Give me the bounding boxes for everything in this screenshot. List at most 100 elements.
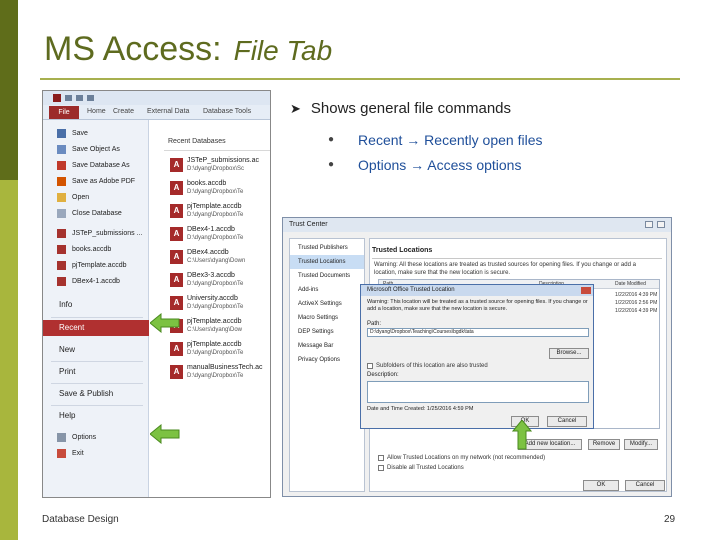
- menu-close-database[interactable]: Close Database: [43, 206, 149, 220]
- recent-database-item[interactable]: A JSTeP_submissions.ac D:\dyang\Dropbox\Sc: [164, 156, 270, 176]
- green-arrow-left-icon: [150, 313, 180, 333]
- bullet-arrow-icon: ➤: [290, 100, 301, 116]
- menu-save-database-as[interactable]: Save Database As: [43, 158, 149, 172]
- trust-center-cancel-button[interactable]: Cancel: [625, 480, 665, 491]
- recent-divider: [164, 150, 270, 151]
- recent-database-item[interactable]: AmanualBusinessTech.ac D:\dyang\Dropbox\T…: [164, 363, 270, 383]
- list-row-date: 1/22/2016 4:39 PM: [615, 292, 658, 298]
- nav-message-bar[interactable]: Message Bar: [290, 339, 364, 353]
- recent-database-item[interactable]: ApjTemplate.accdb D:\dyang\Dropbox\Te: [164, 340, 270, 360]
- remove-button[interactable]: Remove: [588, 439, 620, 450]
- tab-file[interactable]: File: [49, 106, 79, 119]
- description-input[interactable]: [367, 381, 589, 403]
- menu-recent[interactable]: Recent: [43, 320, 149, 336]
- close-icon[interactable]: [581, 287, 591, 294]
- access-file-icon: A: [170, 365, 183, 379]
- menu-save-as-pdf[interactable]: Save as Adobe PDF: [43, 174, 149, 188]
- pdf-icon: [57, 176, 66, 186]
- tab-database-tools[interactable]: Database Tools: [203, 108, 251, 115]
- menu-label: Save Object As: [72, 145, 120, 153]
- tab-external-data[interactable]: External Data: [147, 108, 189, 115]
- menu-options[interactable]: Options: [43, 430, 149, 444]
- access-logo-icon: [53, 94, 61, 102]
- checkbox-box: [378, 455, 384, 461]
- nav-dep-settings[interactable]: DEP Settings: [290, 325, 364, 339]
- undo-icon[interactable]: [76, 95, 83, 101]
- recent-file-item[interactable]: pjTemplate.accdb: [43, 258, 149, 272]
- menu-exit[interactable]: Exit: [43, 446, 149, 460]
- recent-database-item[interactable]: ApjTemplate.accdbC:\Users\dyang\Dow: [164, 317, 270, 337]
- trusted-location-dialog: Microsoft Office Trusted Location Warnin…: [360, 284, 594, 429]
- bullet-dot-icon: ●: [328, 159, 335, 170]
- menu-print[interactable]: Print: [43, 364, 149, 380]
- nav-macro-settings[interactable]: Macro Settings: [290, 311, 364, 325]
- nav-trusted-documents[interactable]: Trusted Documents: [290, 269, 364, 283]
- menu-save-publish[interactable]: Save & Publish: [43, 386, 149, 402]
- menu-help[interactable]: Help: [43, 408, 149, 424]
- recent-db-name: pjTemplate.accdb: [187, 318, 242, 325]
- recent-db-name: manualBusinessTech.ac: [187, 364, 263, 371]
- bullet-main-text: Shows general file commands: [310, 100, 512, 117]
- footer-page-number: 29: [664, 514, 676, 525]
- slide-title-sub: File Tab: [233, 35, 333, 66]
- footer-course-name: Database Design: [42, 514, 119, 525]
- tab-home[interactable]: Home: [87, 108, 106, 115]
- recent-file-label: JSTeP_submissions ...: [72, 229, 143, 237]
- recent-database-item[interactable]: A DBex4.accdb C:\Users\dyang\Down: [164, 248, 270, 268]
- recent-db-path: D:\dyang\Dropbox\Te: [187, 350, 244, 356]
- trusted-location-warning: Warning: This location will be treated a…: [367, 299, 588, 312]
- save-database-icon: [57, 160, 66, 170]
- recent-database-item[interactable]: A DBex3-3.accdb D:\dyang\Dropbox\Te: [164, 271, 270, 291]
- subfolders-checkbox[interactable]: Subfolders of this location are also tru…: [367, 363, 488, 369]
- browse-button[interactable]: Browse...: [549, 348, 589, 359]
- trusted-location-cancel-button[interactable]: Cancel: [547, 416, 587, 427]
- nav-privacy-options[interactable]: Privacy Options: [290, 353, 364, 367]
- modify-button[interactable]: Modify...: [624, 439, 658, 450]
- nav-activex-settings[interactable]: ActiveX Settings: [290, 297, 364, 311]
- nav-trusted-locations[interactable]: Trusted Locations: [290, 255, 364, 269]
- col-date-modified[interactable]: Date Modified: [615, 281, 646, 287]
- trusted-location-title: Microsoft Office Trusted Location: [361, 285, 593, 296]
- recent-heading: Recent Databases: [168, 138, 226, 145]
- menu-open[interactable]: Open: [43, 190, 149, 204]
- recent-database-item[interactable]: Abooks.accdb D:\dyang\Dropbox\Te: [164, 179, 270, 199]
- access-file-icon: A: [170, 296, 183, 310]
- redo-icon[interactable]: [87, 95, 94, 101]
- close-icon[interactable]: [657, 221, 665, 228]
- allow-network-checkbox[interactable]: Allow Trusted Locations on my network (n…: [378, 455, 545, 461]
- menu-save-object-as[interactable]: Save Object As: [43, 142, 149, 156]
- menu-label: Close Database: [72, 209, 122, 217]
- exit-icon: [57, 448, 66, 458]
- recent-db-name: DBex3-3.accdb: [187, 272, 235, 279]
- nav-add-ins[interactable]: Add-ins: [290, 283, 364, 297]
- menu-separator: [51, 383, 143, 384]
- tab-create[interactable]: Create: [113, 108, 134, 115]
- recent-db-path: D:\dyang\Dropbox\Te: [187, 304, 244, 310]
- description-label: Description:: [367, 372, 399, 378]
- menu-separator: [51, 361, 143, 362]
- trust-center-ok-button[interactable]: OK: [583, 480, 619, 491]
- menu-new[interactable]: New: [43, 342, 149, 358]
- disable-all-checkbox[interactable]: Disable all Trusted Locations: [378, 465, 464, 471]
- checkbox-box: [367, 363, 373, 369]
- path-input[interactable]: D:\dyang\Dropbox\Teaching\Courses\bgdk\t…: [367, 328, 589, 337]
- recent-file-item[interactable]: JSTeP_submissions ...: [43, 226, 149, 240]
- recent-db-path: D:\dyang\Dropbox\Te: [187, 189, 244, 195]
- help-icon[interactable]: [645, 221, 653, 228]
- recent-database-item[interactable]: ApjTemplate.accdb D:\dyang\Dropbox\Te: [164, 202, 270, 222]
- recent-database-item[interactable]: A University.accdb D:\dyang\Dropbox\Te: [164, 294, 270, 314]
- nav-trusted-publishers[interactable]: Trusted Publishers: [290, 241, 364, 255]
- backstage-menu: Save Save Object As Save Database As Sav…: [43, 120, 149, 497]
- trust-center-title: Trust Center: [283, 218, 671, 232]
- recent-file-item[interactable]: books.accdb: [43, 242, 149, 256]
- slide-side-bar-light: [0, 180, 18, 540]
- recent-db-name: DBex4-1.accdb: [187, 226, 235, 233]
- access-file-icon: [57, 260, 66, 270]
- menu-save[interactable]: Save: [43, 126, 149, 140]
- menu-info[interactable]: Info: [43, 297, 149, 313]
- recent-database-item[interactable]: A DBex4-1.accdb D:\dyang\Dropbox\Te: [164, 225, 270, 245]
- save-icon[interactable]: [65, 95, 72, 101]
- recent-file-label: DBex4-1.accdb: [72, 277, 120, 285]
- bullet-dot-icon: ●: [328, 134, 335, 145]
- recent-file-item[interactable]: DBex4-1.accdb: [43, 274, 149, 288]
